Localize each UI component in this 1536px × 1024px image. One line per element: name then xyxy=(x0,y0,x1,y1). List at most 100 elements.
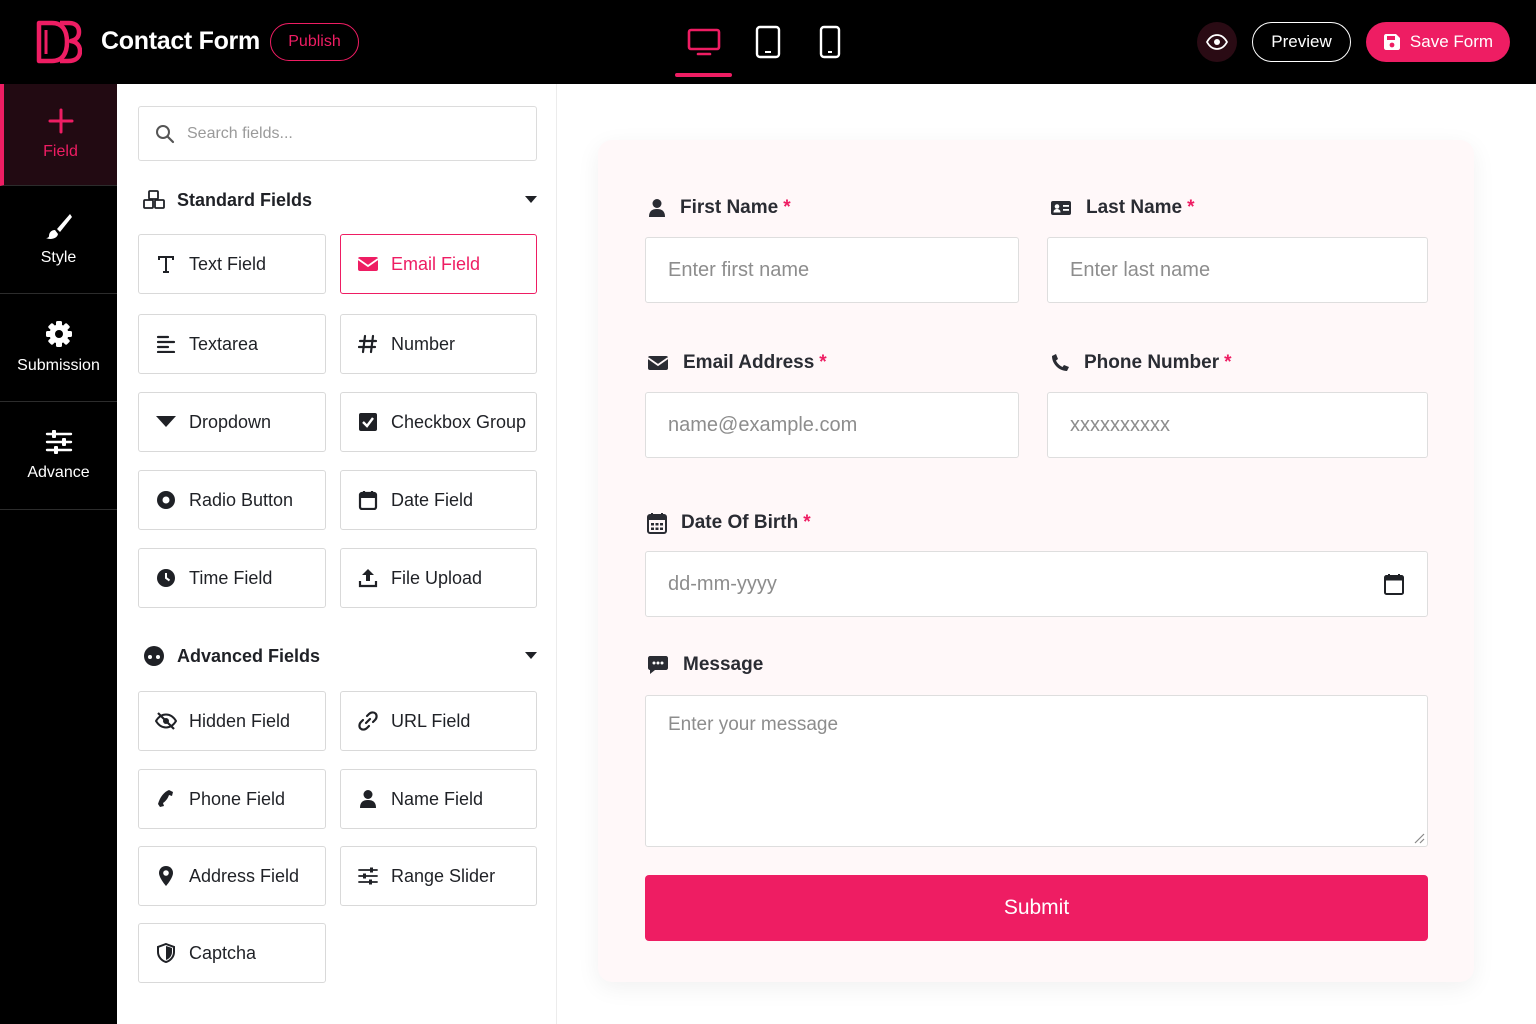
brush-icon xyxy=(45,214,72,239)
field-tile-address[interactable]: Address Field xyxy=(138,846,326,906)
eye-icon xyxy=(1206,34,1228,50)
last-name-label: Last Name * xyxy=(1050,197,1195,219)
message-label-text: Message xyxy=(683,654,764,675)
chat-icon xyxy=(648,656,668,674)
hash-icon xyxy=(357,333,379,355)
upload-icon xyxy=(357,567,379,589)
dob-field[interactable] xyxy=(645,551,1428,617)
calendar-icon xyxy=(647,513,667,534)
publish-button[interactable]: Publish xyxy=(270,23,359,61)
rail-item-label: Submission xyxy=(17,357,100,374)
text-icon xyxy=(155,253,177,275)
caret-down-icon xyxy=(155,411,177,433)
calendar-icon xyxy=(357,489,379,511)
envelope-icon xyxy=(647,356,669,370)
phone-field[interactable] xyxy=(1047,392,1428,458)
save-icon xyxy=(1383,34,1400,50)
required-marker: * xyxy=(1224,352,1232,373)
sliders-icon xyxy=(357,865,379,887)
advanced-fields-title: Advanced Fields xyxy=(177,645,321,666)
first-name-label-text: First Name xyxy=(680,197,779,218)
dob-label: Date Of Birth * xyxy=(647,512,811,534)
sliders-icon xyxy=(45,430,72,454)
field-tile-label: Radio Button xyxy=(189,489,294,510)
dob-label-text: Date Of Birth xyxy=(681,512,799,533)
field-tile-email[interactable]: Email Field xyxy=(340,234,537,294)
field-tile-url[interactable]: URL Field xyxy=(340,691,537,751)
user-icon xyxy=(649,199,665,217)
required-marker: * xyxy=(1187,197,1195,218)
required-marker: * xyxy=(783,197,791,218)
field-tile-label: Date Field xyxy=(391,489,474,510)
field-tile-text[interactable]: Text Field xyxy=(138,234,326,294)
field-tile-label: File Upload xyxy=(391,567,483,588)
advanced-fields-header[interactable]: Advanced Fields xyxy=(143,641,537,671)
field-tile-number[interactable]: Number xyxy=(340,314,537,374)
field-tile-hidden[interactable]: Hidden Field xyxy=(138,691,326,751)
phone-input[interactable] xyxy=(1070,413,1405,437)
desktop-icon xyxy=(687,28,721,56)
phone-label-text: Phone Number xyxy=(1084,352,1220,373)
shield-icon xyxy=(155,942,177,964)
field-tile-textarea[interactable]: Textarea xyxy=(138,314,326,374)
rail-item-advance[interactable]: Advance xyxy=(0,402,117,510)
radio-icon xyxy=(155,489,177,511)
save-form-label: Save Form xyxy=(1409,32,1494,51)
field-tile-dropdown[interactable]: Dropdown xyxy=(138,392,326,452)
visibility-toggle-button[interactable] xyxy=(1197,22,1237,62)
last-name-input[interactable] xyxy=(1070,258,1405,282)
message-field[interactable] xyxy=(645,695,1428,847)
calendar-picker-icon[interactable] xyxy=(1383,573,1405,595)
phone-label: Phone Number * xyxy=(1050,352,1232,374)
gear-icon xyxy=(45,321,72,347)
top-bar: Contact Form Publish Preview Save Form xyxy=(0,0,1536,84)
rail-item-submission[interactable]: Submission xyxy=(0,294,117,402)
message-textarea[interactable] xyxy=(646,696,1427,846)
field-tile-time[interactable]: Time Field xyxy=(138,548,326,608)
field-tile-radio[interactable]: Radio Button xyxy=(138,470,326,530)
search-icon xyxy=(156,124,175,143)
field-tile-name[interactable]: Name Field xyxy=(340,769,537,829)
field-tile-checkbox-group[interactable]: Checkbox Group xyxy=(340,392,537,452)
rail-item-field[interactable]: Field xyxy=(0,84,117,186)
dob-input[interactable] xyxy=(668,572,1383,596)
field-tile-file-upload[interactable]: File Upload xyxy=(340,548,537,608)
save-form-button[interactable]: Save Form xyxy=(1366,22,1510,62)
required-marker: * xyxy=(819,352,827,373)
mobile-view-button[interactable] xyxy=(810,18,850,66)
field-tile-label: Email Field xyxy=(391,253,481,274)
field-tile-label: Number xyxy=(391,333,456,354)
field-tile-label: Captcha xyxy=(189,942,257,963)
app-title: Contact Form xyxy=(101,27,260,55)
fields-panel: Standard Fields Text Field Email Field T… xyxy=(117,84,557,1024)
tablet-icon xyxy=(755,25,781,59)
field-tile-range-slider[interactable]: Range Slider xyxy=(340,846,537,906)
submit-button[interactable]: Submit xyxy=(645,875,1428,941)
preview-button[interactable]: Preview xyxy=(1252,22,1351,62)
plus-icon xyxy=(48,108,73,134)
link-icon xyxy=(357,710,379,732)
resize-handle-icon[interactable] xyxy=(1413,832,1425,844)
email-field[interactable] xyxy=(645,392,1019,458)
first-name-input[interactable] xyxy=(668,258,996,282)
last-name-field[interactable] xyxy=(1047,237,1428,303)
search-box[interactable] xyxy=(138,106,537,161)
field-tile-label: Textarea xyxy=(189,333,259,354)
field-tile-phone[interactable]: Phone Field xyxy=(138,769,326,829)
field-tile-label: Hidden Field xyxy=(189,710,291,731)
email-input[interactable] xyxy=(668,413,996,437)
field-tile-captcha[interactable]: Captcha xyxy=(138,923,326,983)
envelope-icon xyxy=(357,253,379,275)
advanced-fields-icon xyxy=(144,646,164,666)
field-tile-label: Range Slider xyxy=(391,865,496,886)
tablet-view-button[interactable] xyxy=(748,18,788,66)
first-name-field[interactable] xyxy=(645,237,1019,303)
field-tile-label: Text Field xyxy=(189,253,267,274)
checkbox-icon xyxy=(357,411,379,433)
field-tile-date[interactable]: Date Field xyxy=(340,470,537,530)
standard-fields-header[interactable]: Standard Fields xyxy=(143,185,537,215)
desktop-view-button[interactable] xyxy=(676,18,732,66)
search-input[interactable] xyxy=(187,124,487,143)
rail-item-style[interactable]: Style xyxy=(0,186,117,294)
id-card-icon xyxy=(1051,201,1071,215)
